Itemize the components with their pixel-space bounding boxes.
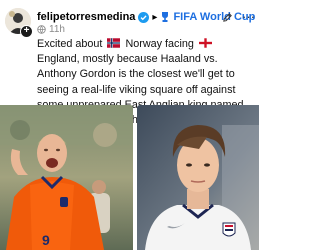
timestamp[interactable]: 11h [49, 24, 65, 35]
norway-flag-icon [107, 38, 121, 48]
globe-icon [37, 25, 46, 34]
post-meta: 11h [37, 24, 65, 35]
jersey-number: 9 [42, 232, 50, 248]
post-text-part1: Excited about [37, 38, 103, 50]
verified-badge-icon [138, 11, 150, 23]
player-orange-kit-image: 9 [0, 105, 133, 250]
world-cup-trophy-icon [162, 12, 169, 22]
more-dots-icon[interactable]: ··· [242, 10, 255, 23]
follow-add-icon[interactable]: + [20, 25, 33, 38]
player-white-kit-image [137, 105, 259, 250]
chevron-right-icon: ▸ [152, 11, 158, 23]
post-image-right[interactable] [137, 105, 259, 250]
pencil-icon[interactable] [222, 12, 233, 23]
post-text-part2: Norway facing [125, 38, 194, 50]
post-image-left[interactable]: 9 [0, 105, 133, 250]
username[interactable]: felipetorresmedina [37, 11, 135, 23]
england-flag-icon [198, 38, 212, 48]
